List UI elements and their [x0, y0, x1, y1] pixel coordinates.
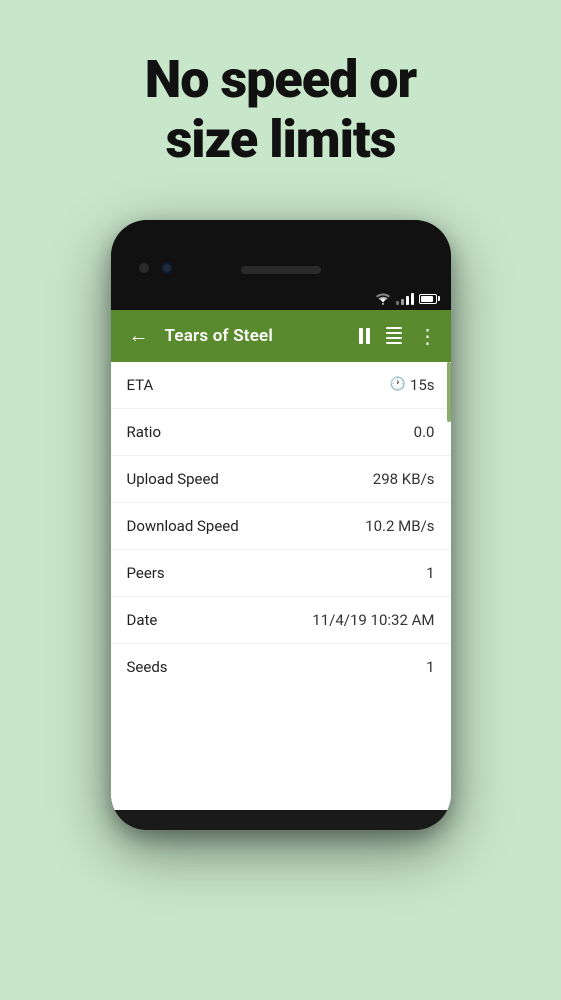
status-bar [111, 288, 451, 310]
list-line-4 [386, 342, 402, 344]
label-seeds: Seeds [127, 658, 168, 676]
value-upload-speed: 298 KB/s [373, 470, 435, 488]
list-line-2 [386, 332, 402, 334]
row-download-speed: Download Speed 10.2 MB/s [111, 503, 451, 550]
label-ratio: Ratio [127, 423, 162, 441]
label-date: Date [127, 611, 158, 629]
battery-icon [419, 294, 437, 304]
camera-lens [161, 262, 173, 274]
pause-button[interactable] [359, 328, 370, 344]
list-line-1 [386, 327, 402, 329]
page-background: No speed or size limits [0, 0, 561, 830]
app-content-wrapper: ETA 🕐 15s Ratio 0.0 Upload Speed 298 KB/… [111, 362, 451, 810]
value-download-speed: 10.2 MB/s [365, 517, 434, 535]
value-ratio: 0.0 [414, 423, 435, 441]
value-eta: 🕐 15s [390, 376, 435, 394]
back-button[interactable]: ← [123, 323, 155, 348]
pause-bar-left [359, 328, 363, 344]
phone-wrapper: ← Tears of Steel ⋮ [0, 210, 561, 830]
phone-top-bezel [111, 220, 451, 288]
value-seeds: 1 [426, 658, 434, 676]
app-toolbar: ← Tears of Steel ⋮ [111, 310, 451, 362]
phone-speaker [241, 266, 321, 274]
signal-icon [396, 293, 414, 305]
camera-area [139, 262, 173, 274]
row-seeds: Seeds 1 [111, 644, 451, 690]
label-download-speed: Download Speed [127, 517, 239, 535]
value-peers: 1 [426, 564, 434, 582]
row-upload-speed: Upload Speed 298 KB/s [111, 456, 451, 503]
eta-text: 15s [410, 376, 435, 394]
label-upload-speed: Upload Speed [127, 470, 219, 488]
app-content: ETA 🕐 15s Ratio 0.0 Upload Speed 298 KB/… [111, 362, 451, 810]
value-date: 11/4/19 10:32 AM [312, 611, 434, 629]
phone-device: ← Tears of Steel ⋮ [111, 220, 451, 830]
list-line-3 [386, 337, 402, 339]
row-eta: ETA 🕐 15s [111, 362, 451, 409]
row-ratio: Ratio 0.0 [111, 409, 451, 456]
list-button[interactable] [386, 327, 402, 344]
headline: No speed or size limits [0, 0, 561, 210]
more-button[interactable]: ⋮ [418, 326, 439, 346]
clock-icon: 🕐 [390, 377, 406, 392]
status-icons [375, 293, 437, 305]
headline-line2: size limits [166, 109, 396, 170]
phone-bottom-bezel [111, 810, 451, 830]
label-eta: ETA [127, 376, 154, 394]
row-date: Date 11/4/19 10:32 AM [111, 597, 451, 644]
pause-bar-right [366, 328, 370, 344]
camera-sensor [139, 263, 149, 273]
label-peers: Peers [127, 564, 165, 582]
headline-line1: No speed or [145, 49, 416, 110]
row-peers: Peers 1 [111, 550, 451, 597]
scrollbar-indicator [447, 362, 451, 422]
toolbar-actions: ⋮ [359, 326, 439, 346]
toolbar-title: Tears of Steel [165, 326, 349, 346]
wifi-icon [375, 293, 391, 305]
content-spacer [111, 690, 451, 810]
